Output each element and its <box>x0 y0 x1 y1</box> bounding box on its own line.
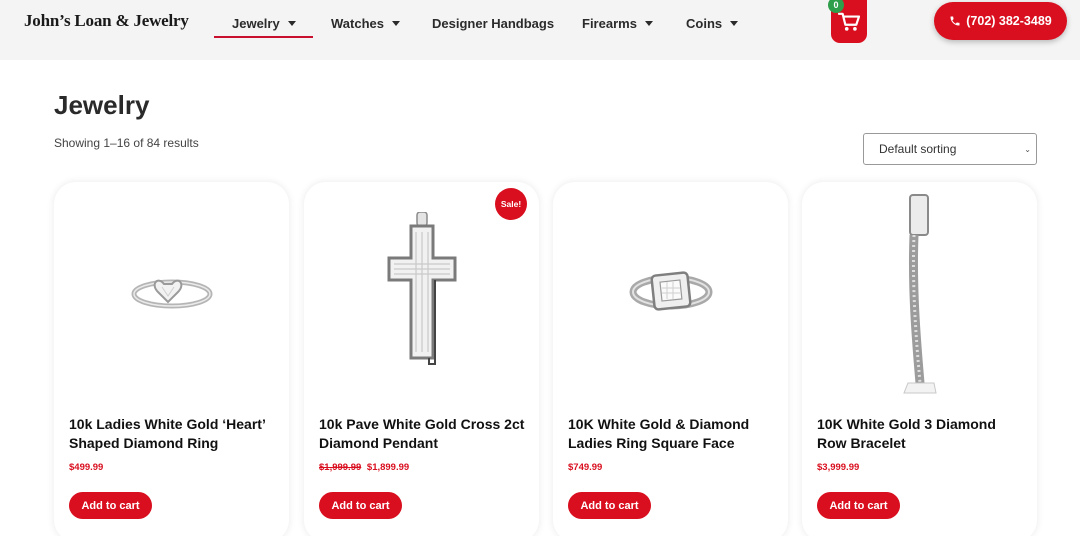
cart-icon <box>838 12 860 31</box>
site-header: John’s Loan & Jewelry Jewelry Watches De… <box>0 0 1080 60</box>
original-price: $1,999.99 <box>319 462 362 473</box>
current-price: $1,899.99 <box>366 462 410 473</box>
bracelet-image <box>902 194 937 394</box>
add-to-cart-button[interactable]: Add to cart <box>817 492 900 519</box>
shop-main: Jewelry Showing 1–16 of 84 results Defau… <box>0 60 1080 536</box>
product-price: $3,999.99 <box>817 462 859 473</box>
product-name[interactable]: 10K White Gold & Diamond Ladies Ring Squ… <box>568 415 778 453</box>
add-to-cart-button[interactable]: Add to cart <box>568 492 651 519</box>
caret-down-icon <box>730 20 739 26</box>
caret-down-icon <box>287 20 296 26</box>
current-price: $749.99 <box>568 462 603 473</box>
product-name[interactable]: 10K White Gold 3 Diamond Row Bracelet <box>817 415 1027 453</box>
square-ring-image <box>629 271 712 311</box>
nav-item-label: Firearms <box>582 15 637 31</box>
sorting-selected-value: Default sorting <box>879 142 957 156</box>
product-price: $749.99 <box>568 462 602 473</box>
product-price: $1,999.99 $1,899.99 <box>319 462 409 473</box>
product-card[interactable]: 10k Ladies White Gold ‘Heart’ Shaped Dia… <box>54 182 289 536</box>
product-card[interactable]: 10k Pave White Gold Cross 2ct Diamond Pe… <box>304 182 539 536</box>
add-to-cart-button[interactable]: Add to cart <box>69 492 152 519</box>
add-to-cart-button[interactable]: Add to cart <box>319 492 402 519</box>
product-price: $499.99 <box>69 462 103 473</box>
nav-item-firearms[interactable]: Firearms <box>582 13 653 33</box>
nav-item-label: Jewelry <box>232 15 280 31</box>
nav-item-watches[interactable]: Watches <box>331 13 400 33</box>
site-logo[interactable]: John’s Loan & Jewelry <box>24 11 189 31</box>
phone-number: (702) 382-3489 <box>966 14 1052 28</box>
result-count: Showing 1–16 of 84 results <box>54 136 199 150</box>
product-name[interactable]: 10k Pave White Gold Cross 2ct Diamond Pe… <box>319 415 529 453</box>
nav-item-designer-handbags[interactable]: Designer Handbags <box>432 13 554 33</box>
product-image[interactable] <box>553 182 788 402</box>
product-name[interactable]: 10k Ladies White Gold ‘Heart’ Shaped Dia… <box>69 415 279 453</box>
heart-ring-image <box>131 279 212 309</box>
caret-down-icon <box>644 20 653 26</box>
caret-down-icon <box>391 20 400 26</box>
nav-item-label: Designer Handbags <box>432 15 555 31</box>
chevron-down-icon: ⌄ <box>1024 145 1031 154</box>
cross-pendant-image <box>387 212 456 365</box>
nav-item-coins[interactable]: Coins <box>686 13 739 33</box>
product-card[interactable]: 10K White Gold & Diamond Ladies Ring Squ… <box>553 182 788 536</box>
phone-icon <box>950 16 960 26</box>
sorting-select[interactable]: Default sorting ⌄ <box>863 133 1037 165</box>
product-image[interactable] <box>54 182 289 402</box>
nav-item-jewelry[interactable]: Jewelry <box>232 13 296 33</box>
nav-item-label: Watches <box>331 15 384 31</box>
page-title: Jewelry <box>54 90 150 120</box>
sale-badge: Sale! <box>495 188 527 220</box>
phone-button[interactable]: (702) 382-3489 <box>934 2 1067 40</box>
active-nav-underline <box>214 36 313 38</box>
product-card[interactable]: 10K White Gold 3 Diamond Row Bracelet $3… <box>802 182 1037 536</box>
nav-item-label: Coins <box>686 15 723 31</box>
current-price: $3,999.99 <box>817 462 860 473</box>
current-price: $499.99 <box>69 462 104 473</box>
product-image[interactable] <box>802 182 1037 402</box>
